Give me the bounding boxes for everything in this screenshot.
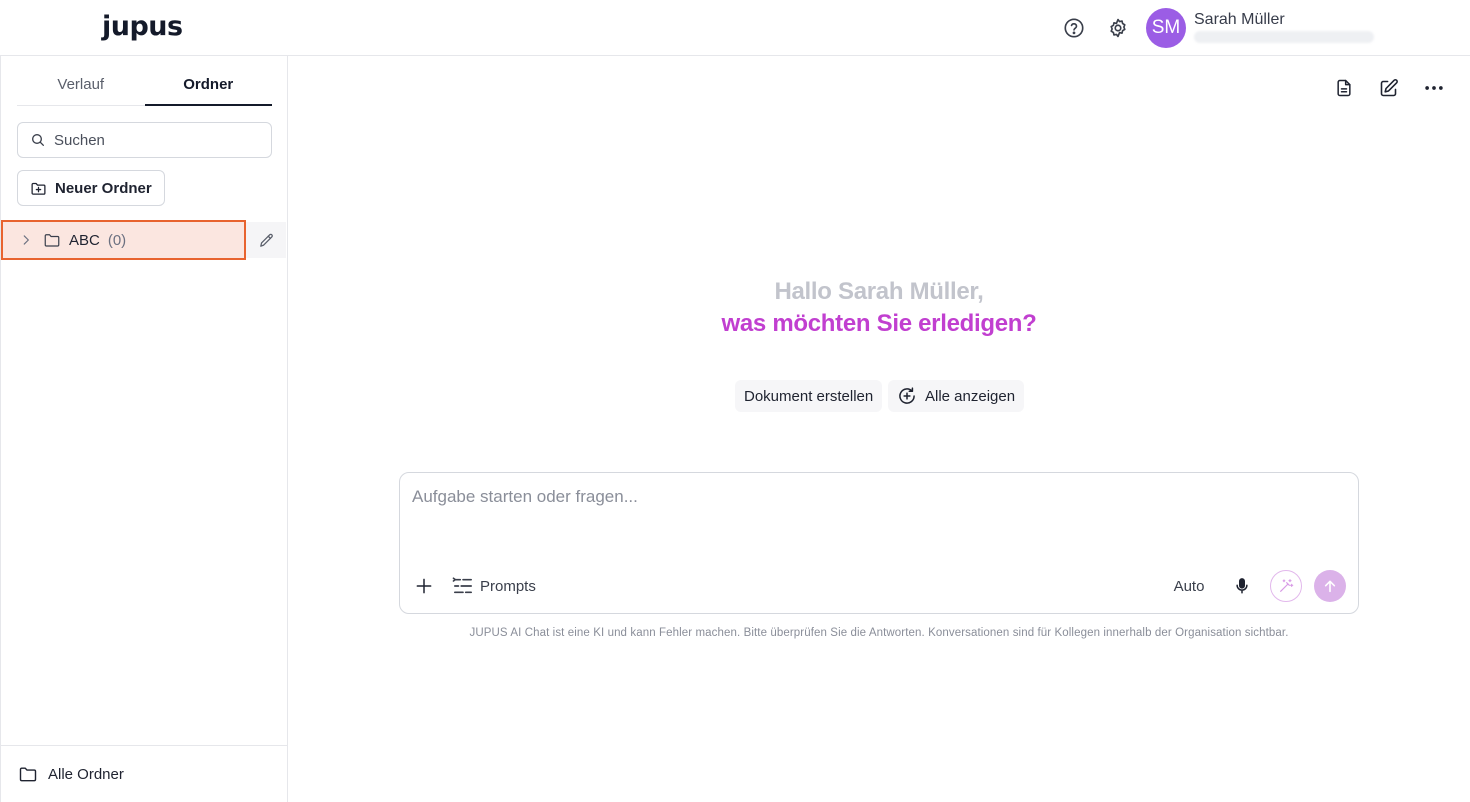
prompts-button[interactable]: Prompts — [452, 570, 536, 602]
search-icon — [32, 134, 44, 146]
more-horizontal-icon[interactable] — [1422, 76, 1446, 100]
plus-circle-arrows-icon — [899, 387, 915, 404]
help-circle-icon[interactable] — [1062, 16, 1086, 40]
folder-item-abc[interactable]: ABC (0) — [1, 220, 246, 260]
gear-icon[interactable] — [1106, 16, 1130, 40]
app-header: jupus SM Sarah Müller — [0, 0, 1470, 56]
sidebar-tabs: Verlauf Ordner — [17, 64, 272, 106]
send-button[interactable] — [1314, 570, 1346, 602]
chevron-right-icon[interactable] — [19, 233, 33, 247]
search-field[interactable] — [17, 122, 272, 158]
add-attachment-button[interactable] — [412, 570, 436, 602]
model-selector[interactable]: Auto — [1172, 570, 1206, 602]
document-icon[interactable] — [1332, 76, 1356, 100]
new-folder-button[interactable]: Neuer Ordner — [17, 170, 165, 206]
all-folders-label: Alle Ordner — [48, 765, 124, 783]
tab-ordner[interactable]: Ordner — [144, 64, 272, 106]
suggestion-label: Dokument erstellen — [744, 387, 874, 405]
suggestion-alle-anzeigen[interactable]: Alle anzeigen — [888, 380, 1025, 412]
folder-plus-icon — [31, 182, 46, 195]
folder-name: ABC — [69, 231, 100, 249]
prompts-label: Prompts — [480, 577, 536, 595]
magic-wand-icon — [1280, 579, 1294, 592]
suggestion-label: Alle anzeigen — [925, 387, 1016, 405]
arrow-up-icon — [1324, 580, 1336, 593]
jupus-logo[interactable]: jupus — [102, 12, 183, 42]
plus-icon — [416, 578, 432, 594]
user-email-redacted — [1194, 31, 1374, 43]
sidebar: Verlauf Ordner Neuer Ordner ABC (0) Alle… — [0, 56, 288, 802]
list-filter-icon — [452, 577, 472, 594]
edit-folder-button[interactable] — [246, 222, 286, 258]
greeting-question: was möchten Sie erledigen? — [721, 310, 1037, 337]
greeting-name: Hallo Sarah Müller, — [774, 278, 984, 305]
pencil-icon — [259, 233, 273, 247]
ai-disclaimer: JUPUS AI Chat ist eine KI und kann Fehle… — [469, 627, 1289, 639]
folder-icon — [19, 767, 37, 782]
microphone-button[interactable] — [1228, 570, 1256, 602]
chat-input[interactable] — [412, 487, 1342, 547]
search-input[interactable] — [54, 131, 254, 149]
tab-verlauf[interactable]: Verlauf — [17, 64, 145, 105]
suggestion-dokument-erstellen[interactable]: Dokument erstellen — [735, 380, 883, 412]
all-folders-link[interactable]: Alle Ordner — [1, 745, 288, 802]
folder-count: (0) — [107, 231, 127, 249]
model-label: Auto — [1173, 577, 1205, 595]
microphone-icon — [1236, 578, 1248, 594]
user-avatar[interactable]: SM — [1146, 8, 1186, 48]
folder-icon — [43, 231, 61, 249]
new-folder-label: Neuer Ordner — [55, 179, 152, 197]
chat-composer: Prompts Auto — [399, 472, 1359, 614]
user-name[interactable]: Sarah Müller — [1194, 11, 1285, 29]
enhance-prompt-button[interactable] — [1270, 570, 1302, 602]
new-chat-edit-icon[interactable] — [1376, 76, 1400, 100]
